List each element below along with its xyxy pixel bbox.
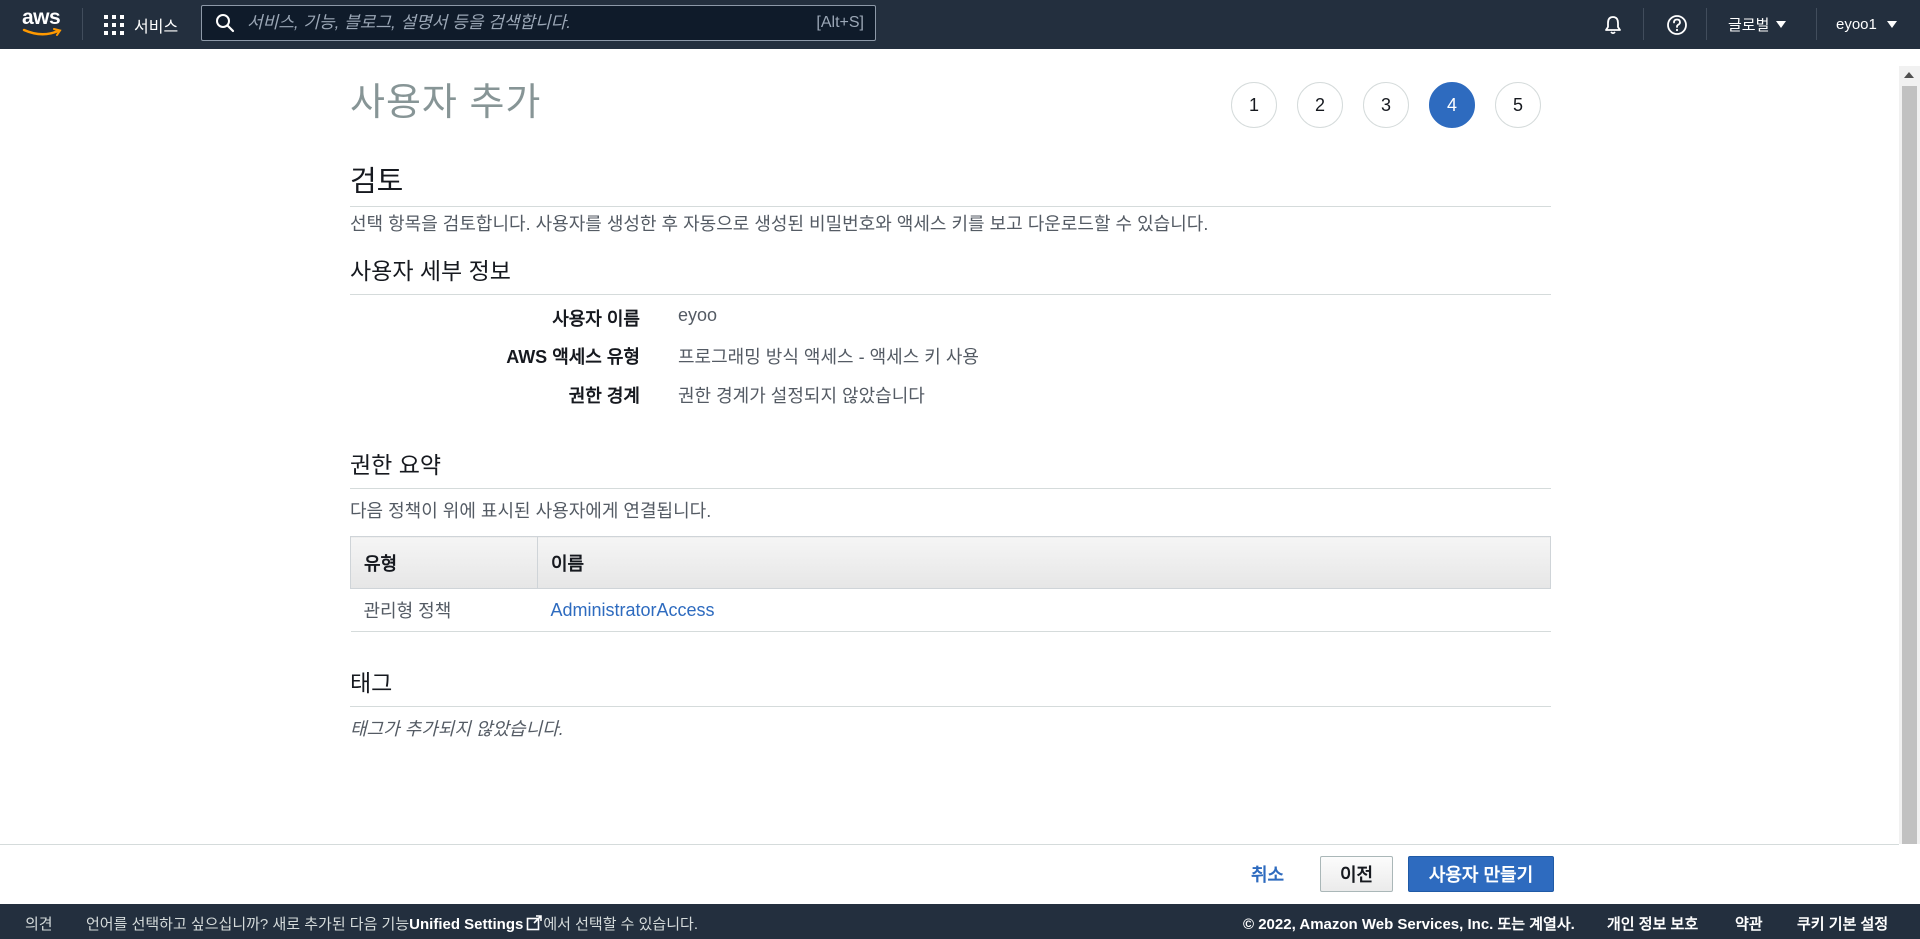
account-label: eyoo1 [1836, 16, 1877, 33]
cancel-button[interactable]: 취소 [1251, 861, 1284, 887]
search-shortcut: [Alt+S] [816, 14, 864, 31]
review-heading: 검토 [350, 158, 1551, 207]
detail-value: 프로그래밍 방식 액세스 - 액세스 키 사용 [678, 347, 979, 367]
detail-value: eyoo [678, 305, 718, 325]
step-1[interactable]: 1 [1231, 82, 1277, 128]
cookie-preferences-link[interactable]: 쿠키 기본 설정 [1797, 913, 1888, 934]
nav-divider [1706, 8, 1707, 40]
permissions-heading: 권한 요약 [350, 446, 1551, 489]
wizard-steps: 1 2 3 4 5 [1231, 82, 1541, 128]
language-prefix: 언어를 선택하고 싶으십니까? 새로 추가된 다음 기능 [86, 916, 410, 933]
detail-value: 권한 경계가 설정되지 않았습니다 [678, 386, 925, 406]
scroll-up-arrow-icon[interactable] [1904, 72, 1914, 78]
page-scrollbar[interactable] [1899, 66, 1920, 844]
detail-key: 사용자 이름 [552, 309, 640, 329]
privacy-link[interactable]: 개인 정보 보호 [1607, 913, 1698, 934]
detail-key: 권한 경계 [568, 386, 640, 406]
column-header-name[interactable]: 이름 [537, 536, 1551, 589]
permissions-description: 다음 정책이 위에 표시된 사용자에게 연결됩니다. [350, 501, 712, 521]
tags-empty-text: 태그가 추가되지 않았습니다. [350, 719, 564, 739]
aws-logo-text: aws [22, 6, 61, 29]
detail-key: AWS 액세스 유형 [506, 347, 640, 367]
search-icon [216, 14, 235, 33]
caret-down-icon [1886, 21, 1897, 28]
caret-down-icon [1776, 21, 1787, 28]
nav-divider [1643, 8, 1644, 40]
aws-logo[interactable]: aws [22, 6, 64, 40]
create-user-button[interactable]: 사용자 만들기 [1408, 856, 1554, 892]
nav-divider [1816, 8, 1817, 40]
console-footer: 의견 언어를 선택하고 싶으십니까? 새로 추가된 다음 기능Unified S… [0, 904, 1920, 939]
region-selector[interactable]: 글로벌 [1728, 0, 1787, 49]
region-label: 글로벌 [1728, 17, 1770, 34]
notifications-button[interactable] [1602, 0, 1624, 49]
detail-row-permission-boundary: 권한 경계 권한 경계가 설정되지 않았습니다 [350, 382, 1551, 406]
unified-settings-link[interactable]: Unified Settings [409, 916, 523, 933]
table-header-row: 유형 이름 [350, 536, 1551, 589]
table-row: 관리형 정책 AdministratorAccess [350, 588, 1551, 632]
feedback-link[interactable]: 의견 [25, 913, 53, 934]
language-suffix: 에서 선택할 수 있습니다. [543, 916, 698, 933]
external-link-icon [527, 915, 543, 931]
top-navigation: aws 서비스 [Alt+S] 글로벌 [0, 0, 1920, 49]
detail-row-access-type: AWS 액세스 유형 프로그래밍 방식 액세스 - 액세스 키 사용 [350, 343, 1551, 367]
wizard-action-bar: 취소 이전 사용자 만들기 [0, 844, 1899, 900]
services-label: 서비스 [134, 18, 179, 36]
previous-button[interactable]: 이전 [1320, 856, 1393, 892]
aws-smile-icon [22, 28, 62, 36]
services-menu-button[interactable]: 서비스 [104, 0, 178, 49]
grid-icon [104, 14, 124, 35]
account-menu[interactable]: eyoo1 [1836, 0, 1897, 49]
bell-icon [1605, 15, 1621, 34]
step-4: 4 [1429, 82, 1475, 128]
policy-name-cell: AdministratorAccess [537, 588, 1551, 632]
review-description: 선택 항목을 검토합니다. 사용자를 생성한 후 자동으로 생성된 비밀번호와 … [350, 214, 1209, 234]
scrollbar-thumb[interactable] [1902, 86, 1917, 844]
column-header-type[interactable]: 유형 [350, 536, 538, 589]
policy-link[interactable]: AdministratorAccess [551, 600, 715, 620]
help-icon [1667, 14, 1687, 35]
terms-link[interactable]: 약관 [1735, 913, 1763, 934]
page-title: 사용자 추가 [350, 82, 542, 124]
user-details-heading: 사용자 세부 정보 [350, 252, 1551, 295]
step-2[interactable]: 2 [1297, 82, 1343, 128]
language-notice: 언어를 선택하고 싶으십니까? 새로 추가된 다음 기능Unified Sett… [86, 913, 698, 934]
step-3[interactable]: 3 [1363, 82, 1409, 128]
nav-divider [82, 8, 83, 40]
permissions-table: 유형 이름 관리형 정책 AdministratorAccess [350, 536, 1551, 632]
tags-heading: 태그 [350, 664, 1551, 707]
policy-type-cell: 관리형 정책 [350, 588, 538, 632]
step-5[interactable]: 5 [1495, 82, 1541, 128]
copyright-text: © 2022, Amazon Web Services, Inc. 또는 계열사… [1243, 916, 1575, 933]
search-box[interactable]: [Alt+S] [201, 5, 876, 41]
search-input[interactable] [247, 13, 787, 33]
detail-row-username: 사용자 이름 eyoo [350, 305, 1551, 329]
help-button[interactable] [1666, 0, 1688, 49]
